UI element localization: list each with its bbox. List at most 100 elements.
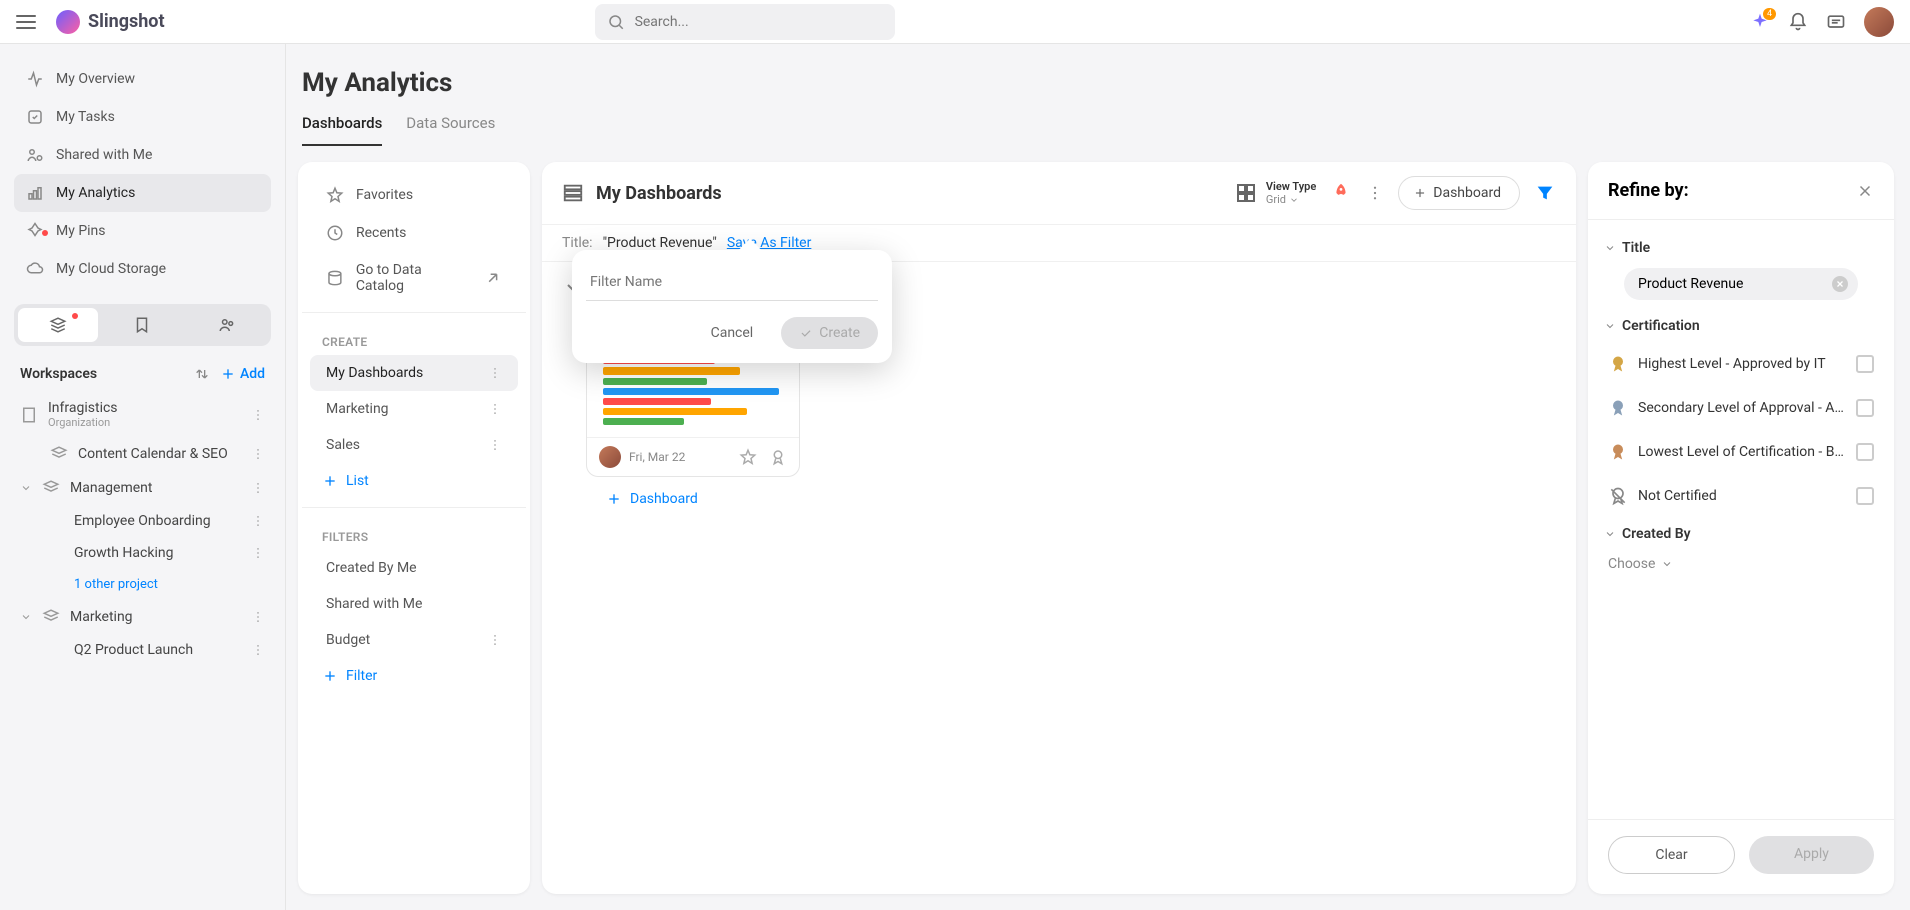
center-panel: My Dashboards View Type Grid (542, 162, 1576, 894)
panel-recents[interactable]: Recents (310, 214, 518, 252)
add-workspace[interactable]: Add (220, 366, 265, 382)
checkbox[interactable] (1856, 487, 1874, 505)
more-icon[interactable] (251, 546, 265, 560)
seg-people[interactable] (187, 308, 267, 342)
check-icon (799, 326, 813, 340)
more-icon[interactable] (1366, 184, 1384, 202)
cert-badge-icon[interactable] (769, 448, 787, 466)
panel-marketing[interactable]: Marketing (310, 391, 518, 427)
cert-option[interactable]: Secondary Level of Approval - A… (1604, 386, 1878, 430)
list-label: List (346, 473, 369, 489)
add-list[interactable]: List (302, 463, 526, 499)
more-icon[interactable] (251, 610, 265, 624)
chevron-down-icon (1604, 528, 1616, 540)
creator-avatar (599, 446, 621, 468)
badge-dot-icon (72, 313, 78, 319)
more-icon[interactable] (251, 447, 265, 461)
view-type-selector[interactable]: View Type Grid (1234, 180, 1316, 206)
panel-favorites[interactable]: Favorites (310, 176, 518, 214)
left-sidebar: My Overview My Tasks Shared with Me My A… (0, 44, 286, 910)
title-chip: Product Revenue (1624, 268, 1858, 300)
nav-shared[interactable]: Shared with Me (14, 136, 271, 174)
plus-icon (322, 668, 338, 684)
created-by-select[interactable]: Choose (1604, 550, 1878, 578)
checkbox[interactable] (1856, 443, 1874, 461)
checkbox[interactable] (1856, 355, 1874, 373)
cert-option[interactable]: Not Certified (1604, 474, 1878, 518)
bell-icon[interactable] (1788, 12, 1808, 32)
create-button[interactable]: Create (781, 317, 878, 349)
tree-org[interactable]: Infragistics Organization (14, 392, 271, 437)
tree-item[interactable]: Content Calendar & SEO (14, 437, 271, 471)
other-project-link[interactable]: 1 other project (14, 569, 271, 600)
nav-my-tasks[interactable]: My Tasks (14, 98, 271, 136)
clear-button[interactable]: Clear (1608, 836, 1735, 874)
more-icon[interactable] (488, 366, 502, 380)
more-icon[interactable] (251, 643, 265, 657)
star-icon[interactable] (739, 448, 757, 466)
filter-icon[interactable] (1534, 182, 1556, 204)
panel-sales[interactable]: Sales (310, 427, 518, 463)
search-input[interactable] (635, 14, 883, 30)
filter-budget[interactable]: Budget (310, 622, 518, 658)
new-dashboard-button[interactable]: Dashboard (1398, 176, 1520, 210)
tree-item-marketing[interactable]: Marketing (14, 600, 271, 634)
nav-my-analytics[interactable]: My Analytics (14, 174, 271, 212)
nav-label: My Analytics (56, 185, 135, 201)
add-filter[interactable]: Filter (302, 658, 526, 694)
logo-icon (56, 10, 80, 34)
filter-created-by-me[interactable]: Created By Me (310, 550, 518, 586)
nav-my-pins[interactable]: My Pins (14, 212, 271, 250)
panel-label: Budget (326, 632, 370, 648)
more-icon[interactable] (251, 514, 265, 528)
close-icon[interactable] (1856, 182, 1874, 200)
more-icon[interactable] (251, 408, 265, 422)
org-name: Infragistics (48, 400, 241, 416)
cancel-button[interactable]: Cancel (693, 317, 772, 349)
notification-badge: 4 (1763, 8, 1776, 20)
add-dashboard-link[interactable]: Dashboard (586, 477, 1556, 521)
x-icon (1835, 279, 1845, 289)
refine-section-created[interactable]: Created By (1604, 518, 1878, 550)
filter-shared[interactable]: Shared with Me (310, 586, 518, 622)
menu-toggle[interactable] (16, 15, 36, 29)
panel-data-catalog[interactable]: Go to Data Catalog (310, 252, 518, 304)
cert-option[interactable]: Highest Level - Approved by IT (1604, 342, 1878, 386)
panel-my-dashboards[interactable]: My Dashboards (310, 355, 518, 391)
seg-stack[interactable] (18, 308, 98, 342)
tab-dashboards[interactable]: Dashboards (302, 114, 382, 146)
org-sub: Organization (48, 416, 241, 429)
rocket-icon[interactable] (1330, 182, 1352, 204)
checkbox[interactable] (1856, 399, 1874, 417)
more-icon[interactable] (488, 402, 502, 416)
tree-item-management[interactable]: Management (14, 471, 271, 505)
cert-label: Lowest Level of Certification - B… (1638, 444, 1844, 460)
sparkle-notifications[interactable]: 4 (1750, 12, 1770, 32)
refine-section-cert[interactable]: Certification (1604, 310, 1878, 342)
seg-bookmark[interactable] (102, 308, 182, 342)
refine-section-title[interactable]: Title (1604, 232, 1878, 264)
more-icon[interactable] (488, 438, 502, 452)
cert-option[interactable]: Lowest Level of Certification - B… (1604, 430, 1878, 474)
nav-cloud[interactable]: My Cloud Storage (14, 250, 271, 288)
chip-remove[interactable] (1832, 276, 1848, 292)
tab-data-sources[interactable]: Data Sources (406, 114, 495, 146)
plus-icon (220, 366, 236, 382)
logo[interactable]: Slingshot (56, 10, 165, 34)
tree-item[interactable]: Growth Hacking (14, 537, 271, 569)
apply-button[interactable]: Apply (1749, 836, 1874, 874)
tree-item[interactable]: Employee Onboarding (14, 505, 271, 537)
user-avatar[interactable] (1864, 7, 1894, 37)
more-icon[interactable] (488, 633, 502, 647)
nav-label: Shared with Me (56, 147, 152, 163)
card-date: Fri, Mar 22 (629, 450, 685, 464)
more-icon[interactable] (251, 481, 265, 495)
tree-item[interactable]: Q2 Product Launch (14, 634, 271, 666)
filter-name-input[interactable] (586, 264, 878, 301)
tree-label: Content Calendar & SEO (78, 446, 241, 462)
search-bar[interactable] (595, 4, 895, 40)
chat-icon[interactable] (1826, 12, 1846, 32)
sort-icon[interactable] (194, 366, 210, 382)
nav-my-overview[interactable]: My Overview (14, 60, 271, 98)
panel-label: Marketing (326, 401, 389, 417)
